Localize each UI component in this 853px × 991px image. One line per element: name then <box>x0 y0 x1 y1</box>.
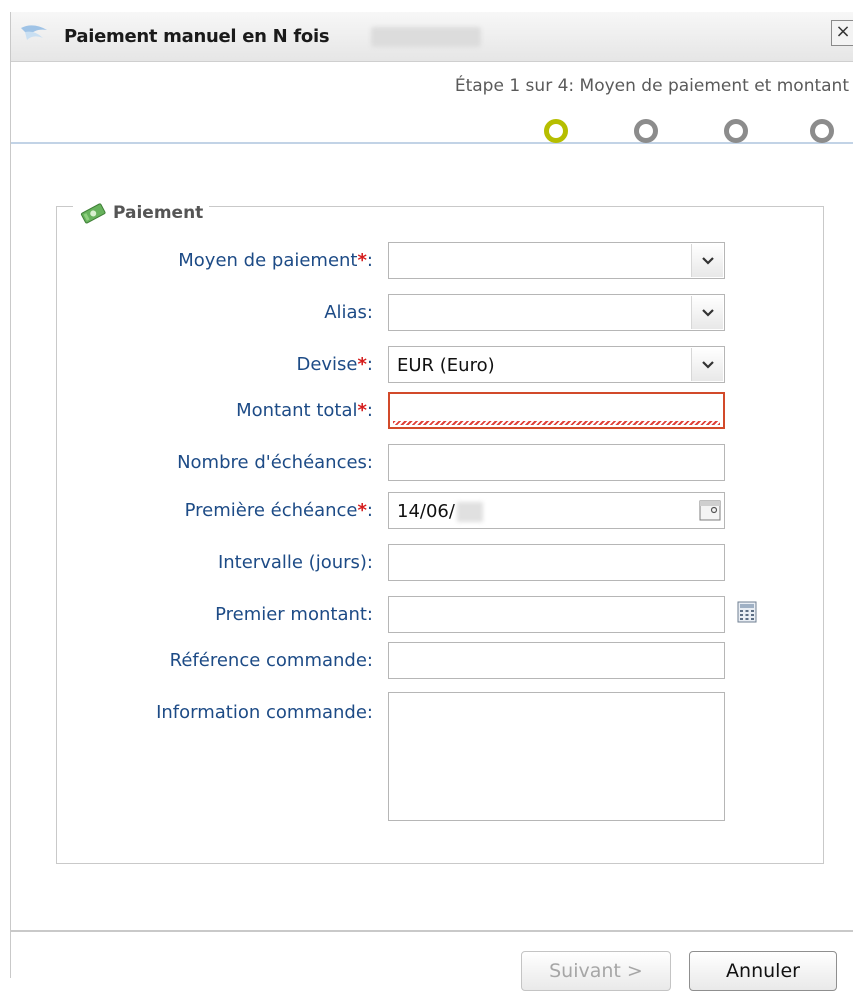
wizard-step-bar: Étape 1 sur 4: Moyen de paiement et mont… <box>11 62 853 144</box>
order-ref-label: Référence commande: <box>169 650 373 671</box>
title-bar[interactable]: Paiement manuel en N fois × <box>11 12 853 62</box>
step-indicator-3 <box>724 119 748 143</box>
first-amount-input[interactable] <box>388 596 725 633</box>
chevron-down-icon <box>691 348 723 381</box>
interval-label: Intervalle (jours): <box>217 552 373 573</box>
payment-method-dropdown[interactable] <box>688 243 724 278</box>
installments-input[interactable] <box>388 444 725 481</box>
interval-input[interactable] <box>388 544 725 581</box>
installments-label: Nombre d'échéances: <box>177 452 373 473</box>
currency-label: Devise*: <box>296 354 373 375</box>
first-due-label: Première échéance*: <box>184 500 373 521</box>
currency-select[interactable]: EUR (Euro) <box>388 346 725 383</box>
next-button[interactable]: Suivant > <box>521 951 671 991</box>
alias-select[interactable] <box>388 294 725 331</box>
total-amount-input[interactable] <box>388 392 725 429</box>
footer-divider <box>11 930 853 932</box>
step-indicator-4 <box>810 119 834 143</box>
redacted-year <box>456 502 483 522</box>
dialog-window: Paiement manuel en N fois × Étape 1 sur … <box>10 12 853 991</box>
alias-label: Alias: <box>324 302 373 323</box>
chevron-down-icon <box>691 296 723 329</box>
order-info-label: Information commande: <box>156 702 373 723</box>
currency-dropdown[interactable] <box>688 347 724 382</box>
calculator-icon[interactable] <box>736 601 758 623</box>
money-icon <box>80 203 106 224</box>
fieldset-legend: Paiement <box>73 200 210 226</box>
legend-text: Paiement <box>113 203 204 223</box>
redacted-title-suffix <box>371 27 481 47</box>
first-due-input[interactable]: 14/06/ <box>388 492 725 529</box>
payment-method-label: Moyen de paiement*: <box>178 250 373 271</box>
validation-error-underline <box>393 421 720 425</box>
cancel-button[interactable]: Annuler <box>689 951 837 991</box>
chevron-down-icon <box>691 244 723 277</box>
order-info-textarea[interactable] <box>388 692 725 821</box>
alias-dropdown[interactable] <box>688 295 724 330</box>
order-ref-input[interactable] <box>388 642 725 679</box>
payment-method-select[interactable] <box>388 242 725 279</box>
calendar-icon[interactable] <box>699 499 721 521</box>
step-label: Étape 1 sur 4: Moyen de paiement et mont… <box>454 76 849 96</box>
first-due-value: 14/06/ <box>397 501 455 522</box>
first-amount-label: Premier montant: <box>215 604 373 625</box>
app-logo-icon <box>21 25 47 40</box>
window-title: Paiement manuel en N fois <box>64 26 330 47</box>
total-amount-label: Montant total*: <box>236 400 373 421</box>
close-button[interactable]: × <box>831 20 853 46</box>
step-indicator-2 <box>634 119 658 143</box>
step-indicator-1 <box>544 119 568 143</box>
